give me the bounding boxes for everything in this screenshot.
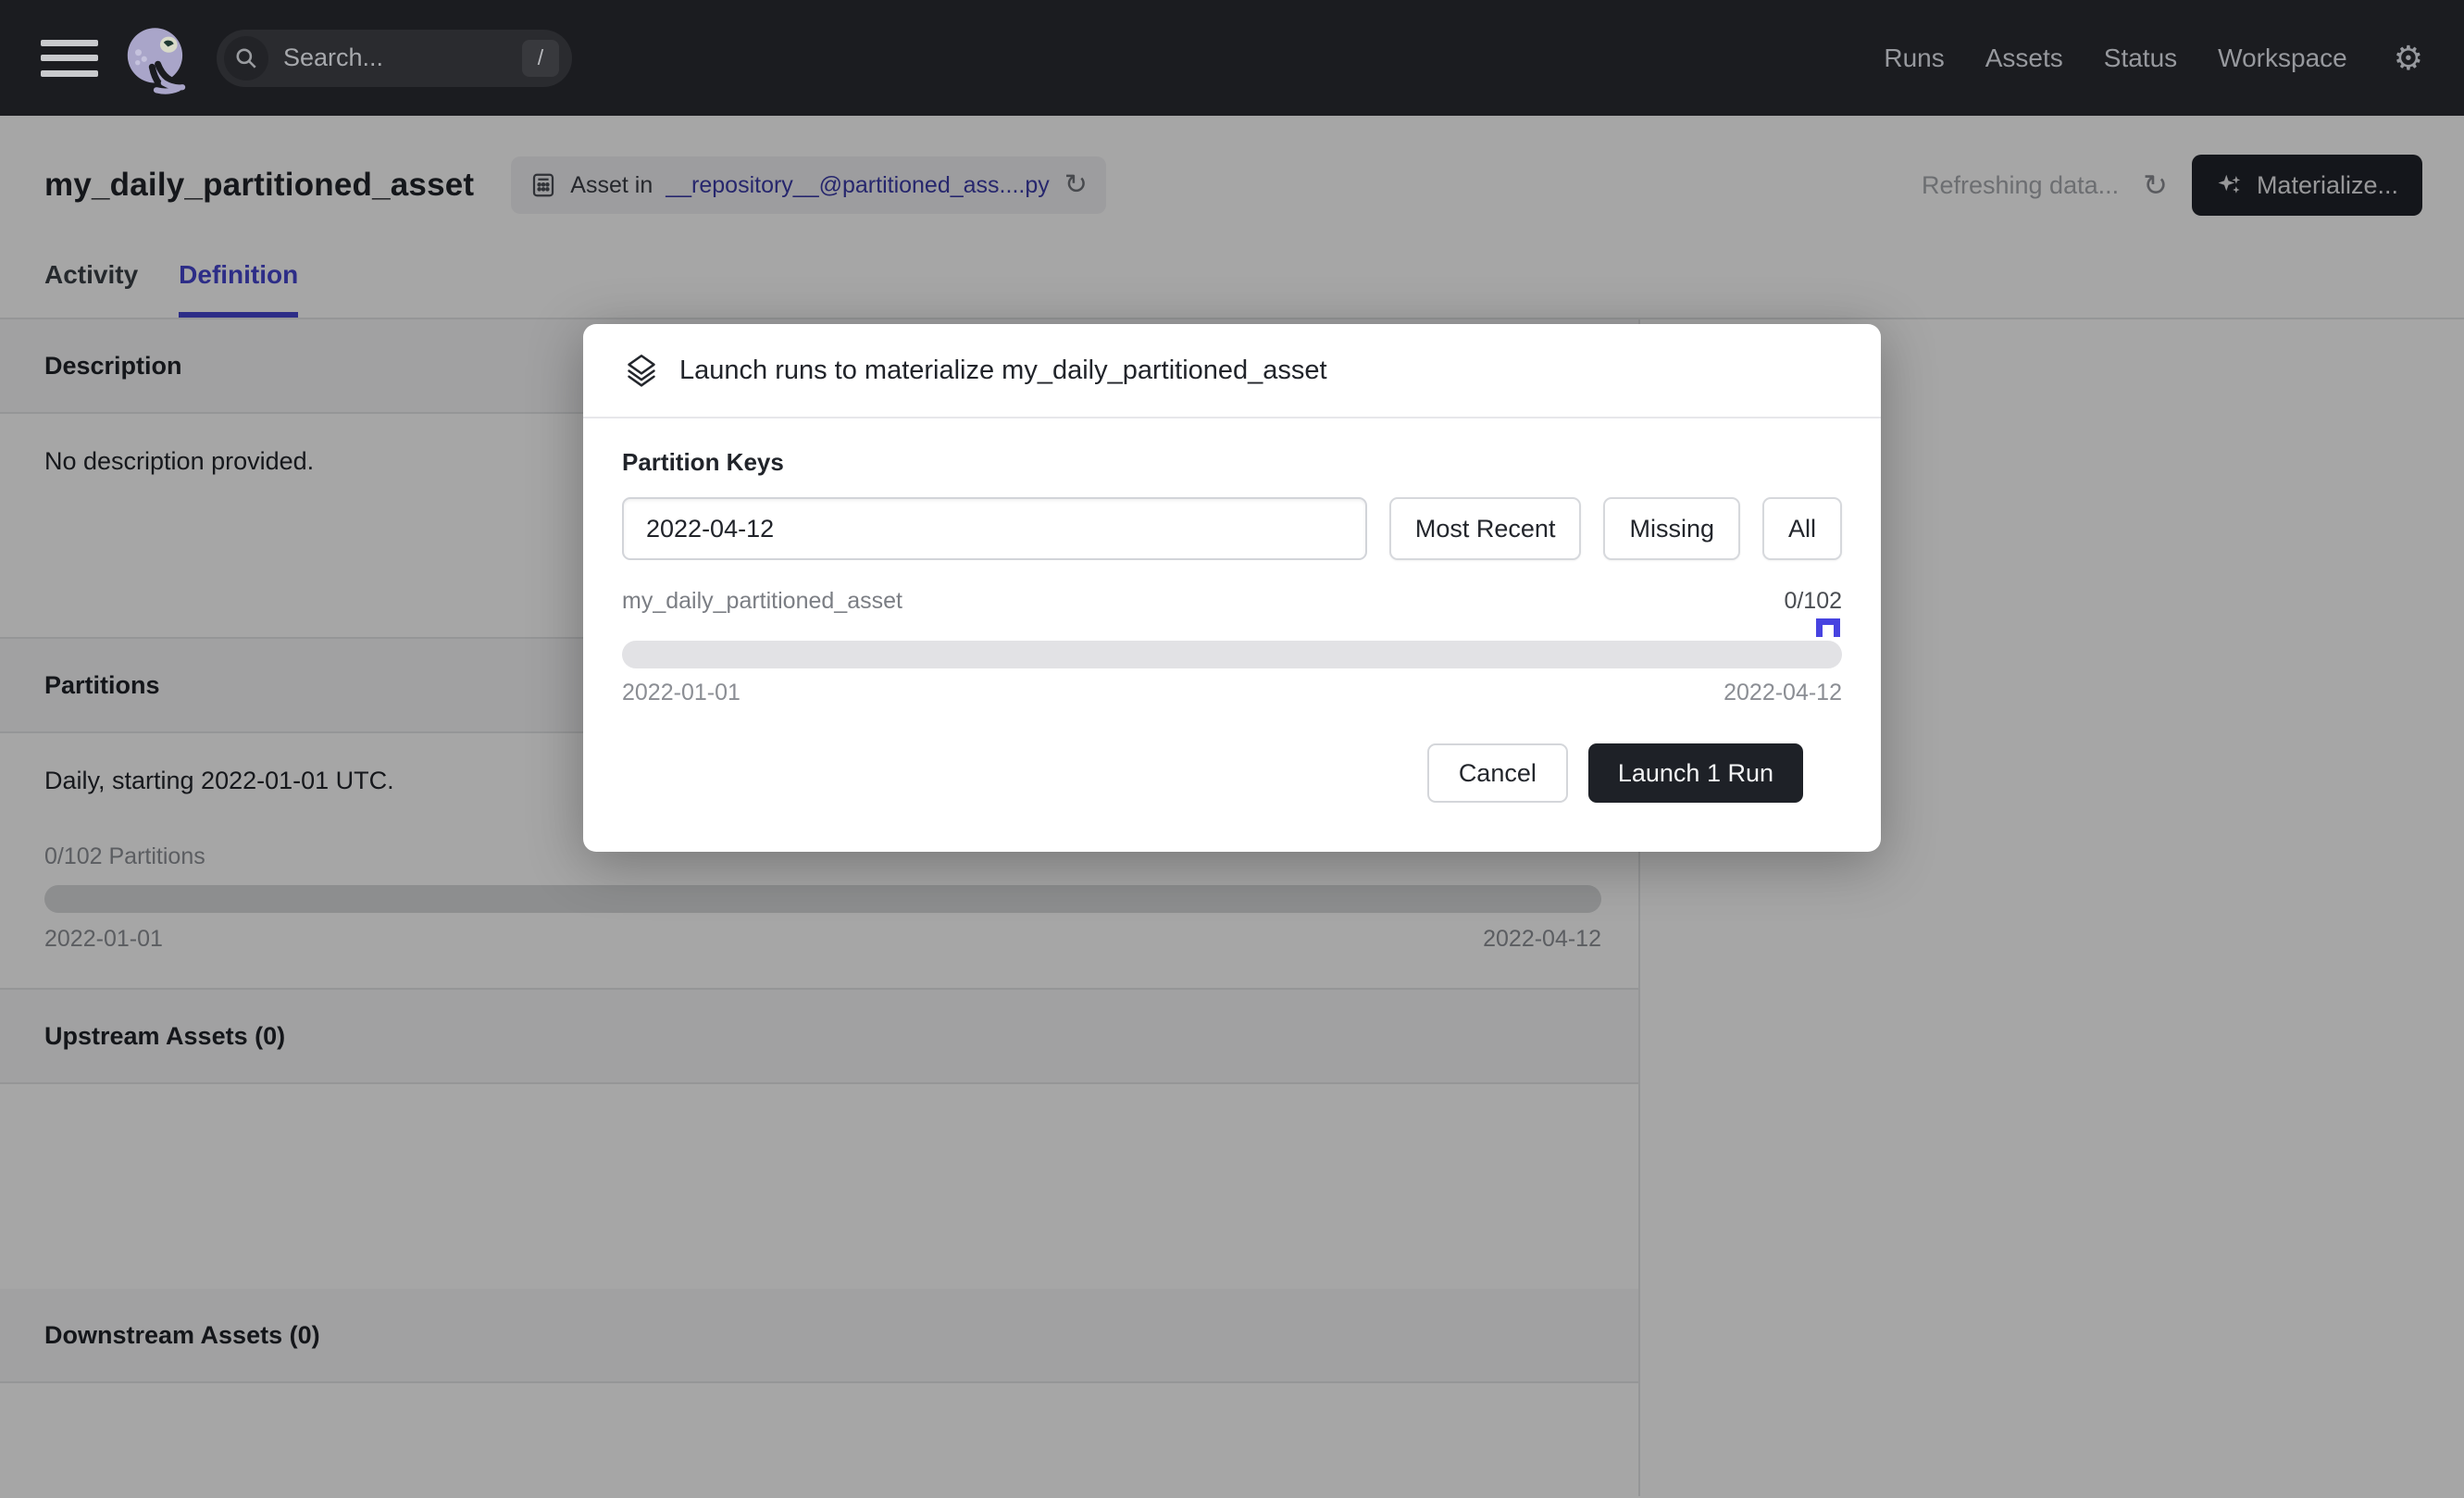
search-input[interactable] bbox=[283, 44, 487, 72]
dialog-header: Launch runs to materialize my_daily_part… bbox=[583, 324, 1881, 418]
partition-keys-label: Partition Keys bbox=[622, 448, 1842, 477]
launch-runs-dialog: Launch runs to materialize my_daily_part… bbox=[583, 324, 1881, 852]
modal-range-end: 2022-04-12 bbox=[1724, 680, 1842, 706]
dialog-title: Launch runs to materialize my_daily_part… bbox=[679, 356, 1327, 386]
layers-icon bbox=[626, 354, 657, 387]
modal-partition-bar[interactable] bbox=[622, 641, 1842, 668]
launch-run-button[interactable]: Launch 1 Run bbox=[1588, 743, 1803, 803]
gear-icon[interactable]: ⚙ bbox=[2394, 42, 2423, 75]
nav-link-assets[interactable]: Assets bbox=[1985, 44, 2063, 73]
modal-partition-progress: 0/102 bbox=[1784, 588, 1842, 615]
all-button[interactable]: All bbox=[1762, 497, 1842, 560]
cancel-button[interactable]: Cancel bbox=[1427, 743, 1568, 803]
search-icon bbox=[224, 36, 268, 81]
nav-link-workspace[interactable]: Workspace bbox=[2218, 44, 2347, 73]
modal-asset-name: my_daily_partitioned_asset bbox=[622, 588, 902, 615]
search-shortcut-badge: / bbox=[522, 40, 559, 77]
missing-button[interactable]: Missing bbox=[1603, 497, 1740, 560]
menu-icon[interactable] bbox=[41, 36, 98, 81]
dagster-logo[interactable] bbox=[120, 22, 193, 94]
partition-keys-input[interactable] bbox=[622, 497, 1367, 560]
modal-range-start: 2022-01-01 bbox=[622, 680, 740, 706]
nav-link-status[interactable]: Status bbox=[2104, 44, 2177, 73]
most-recent-button[interactable]: Most Recent bbox=[1389, 497, 1582, 560]
search-bar[interactable]: / bbox=[217, 30, 572, 87]
nav-link-runs[interactable]: Runs bbox=[1884, 44, 1944, 73]
top-nav: / Runs Assets Status Workspace ⚙ bbox=[0, 0, 2464, 116]
selected-partition-marker bbox=[1816, 618, 1840, 637]
